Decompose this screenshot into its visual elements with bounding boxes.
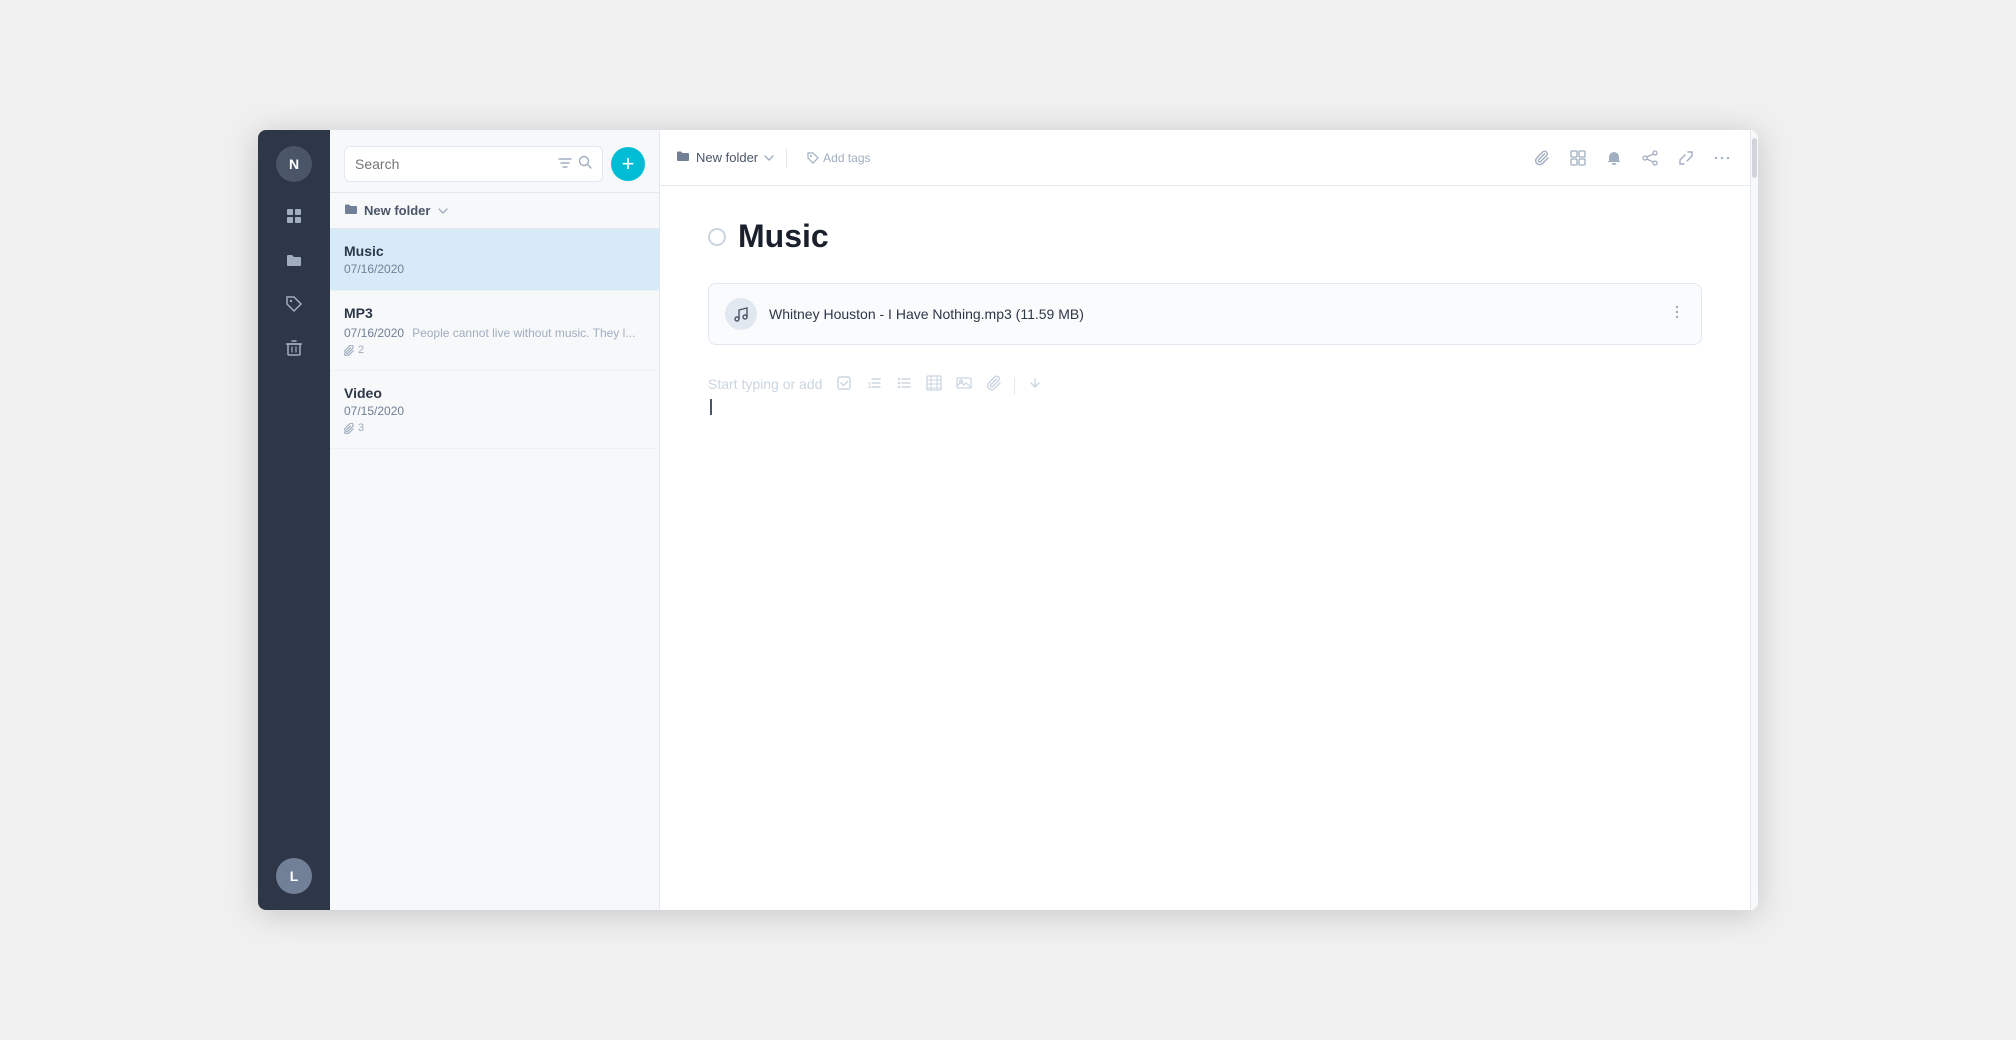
note-date-mp3: 07/16/2020 — [344, 326, 404, 340]
search-input[interactable] — [355, 156, 552, 172]
user-avatar-bottom[interactable]: L — [276, 858, 312, 894]
folder-header-icon — [344, 203, 358, 218]
filter-icon[interactable] — [558, 156, 572, 173]
note-attachments-video: 3 — [344, 422, 645, 434]
grid-view-icon[interactable] — [1566, 146, 1590, 170]
search-box[interactable] — [344, 146, 603, 182]
note-attachments-mp3: 2 — [344, 344, 645, 356]
toolbar-folder-info: New folder — [676, 150, 774, 165]
note-title[interactable]: Music — [738, 218, 1702, 255]
toolbar-divider — [786, 148, 787, 168]
note-date-video: 07/15/2020 — [344, 404, 645, 418]
tag-nav-icon[interactable] — [276, 286, 312, 322]
note-title-row: Music — [708, 218, 1702, 255]
svg-text:1.: 1. — [867, 381, 874, 390]
sidebar-nav: N — [258, 130, 330, 910]
trash-nav-icon[interactable] — [276, 330, 312, 366]
unordered-list-toolbar-icon[interactable] — [892, 373, 916, 398]
attachment-icon[interactable] — [1530, 146, 1554, 170]
note-date-music: 07/16/2020 — [344, 262, 645, 276]
toolbar-actions-right — [1530, 146, 1734, 170]
checkbox-toolbar-icon[interactable] — [832, 373, 856, 398]
file-attachment: Whitney Houston - I Have Nothing.mp3 (11… — [708, 283, 1702, 345]
editor-body[interactable]: Start typing or add 1. — [708, 369, 1702, 569]
toolbar-folder-name: New folder — [696, 150, 758, 165]
editor-placeholder: Start typing or add — [708, 376, 822, 392]
table-toolbar-icon[interactable] — [922, 373, 946, 398]
main-content: New folder Add tags — [660, 130, 1750, 910]
notes-list: Music 07/16/2020 MP3 07/16/2020 People c… — [330, 229, 659, 910]
file-music-icon — [725, 298, 757, 330]
note-editor[interactable]: Music Whitney Houston - I Have Nothing.m… — [660, 186, 1750, 910]
note-title-music: Music — [344, 243, 645, 259]
editor-toolbar-divider — [1014, 377, 1015, 395]
add-tags-label: Add tags — [823, 151, 870, 165]
note-item-mp3[interactable]: MP3 07/16/2020 People cannot live withou… — [330, 291, 659, 371]
user-avatar-top[interactable]: N — [276, 146, 312, 182]
grid-nav-icon[interactable] — [276, 198, 312, 234]
share-icon[interactable] — [1638, 146, 1662, 170]
note-item-music[interactable]: Music 07/16/2020 — [330, 229, 659, 291]
bell-icon[interactable] — [1602, 146, 1626, 170]
search-icon[interactable] — [578, 155, 592, 174]
ordered-list-toolbar-icon[interactable]: 1. — [862, 373, 886, 398]
notes-list-panel: + New folder Music 07/16/2020 — [330, 130, 660, 910]
add-note-button[interactable]: + — [611, 147, 645, 181]
more-blocks-toolbar-icon[interactable] — [1023, 373, 1047, 398]
more-options-icon[interactable] — [1710, 146, 1734, 170]
editor-toolbar: 1. — [832, 373, 1047, 398]
note-item-video[interactable]: Video 07/15/2020 3 — [330, 371, 659, 449]
toolbar-folder-dropdown-icon[interactable] — [764, 152, 774, 164]
app-window: N — [258, 130, 1758, 910]
toolbar-folder-icon — [676, 150, 690, 165]
expand-icon[interactable] — [1674, 146, 1698, 170]
folder-dropdown-icon[interactable] — [438, 205, 448, 217]
folder-header: New folder — [330, 193, 659, 229]
file-more-button[interactable] — [1665, 300, 1689, 329]
image-toolbar-icon[interactable] — [952, 373, 976, 398]
notes-list-header: + — [330, 130, 659, 193]
text-cursor — [710, 399, 712, 415]
add-tags-button[interactable]: Add tags — [799, 148, 878, 168]
main-toolbar: New folder Add tags — [660, 130, 1750, 186]
note-status-circle[interactable] — [708, 228, 726, 246]
attach-toolbar-icon[interactable] — [982, 373, 1006, 398]
folder-nav-icon[interactable] — [276, 242, 312, 278]
scrollbar-thumb — [1752, 138, 1757, 178]
scrollbar-track[interactable] — [1750, 130, 1758, 910]
note-title-video: Video — [344, 385, 645, 401]
file-name: Whitney Houston - I Have Nothing.mp3 (11… — [769, 306, 1685, 322]
folder-name: New folder — [364, 203, 430, 218]
note-preview-mp3: People cannot live without music. They l… — [412, 326, 635, 340]
note-title-mp3: MP3 — [344, 305, 645, 321]
